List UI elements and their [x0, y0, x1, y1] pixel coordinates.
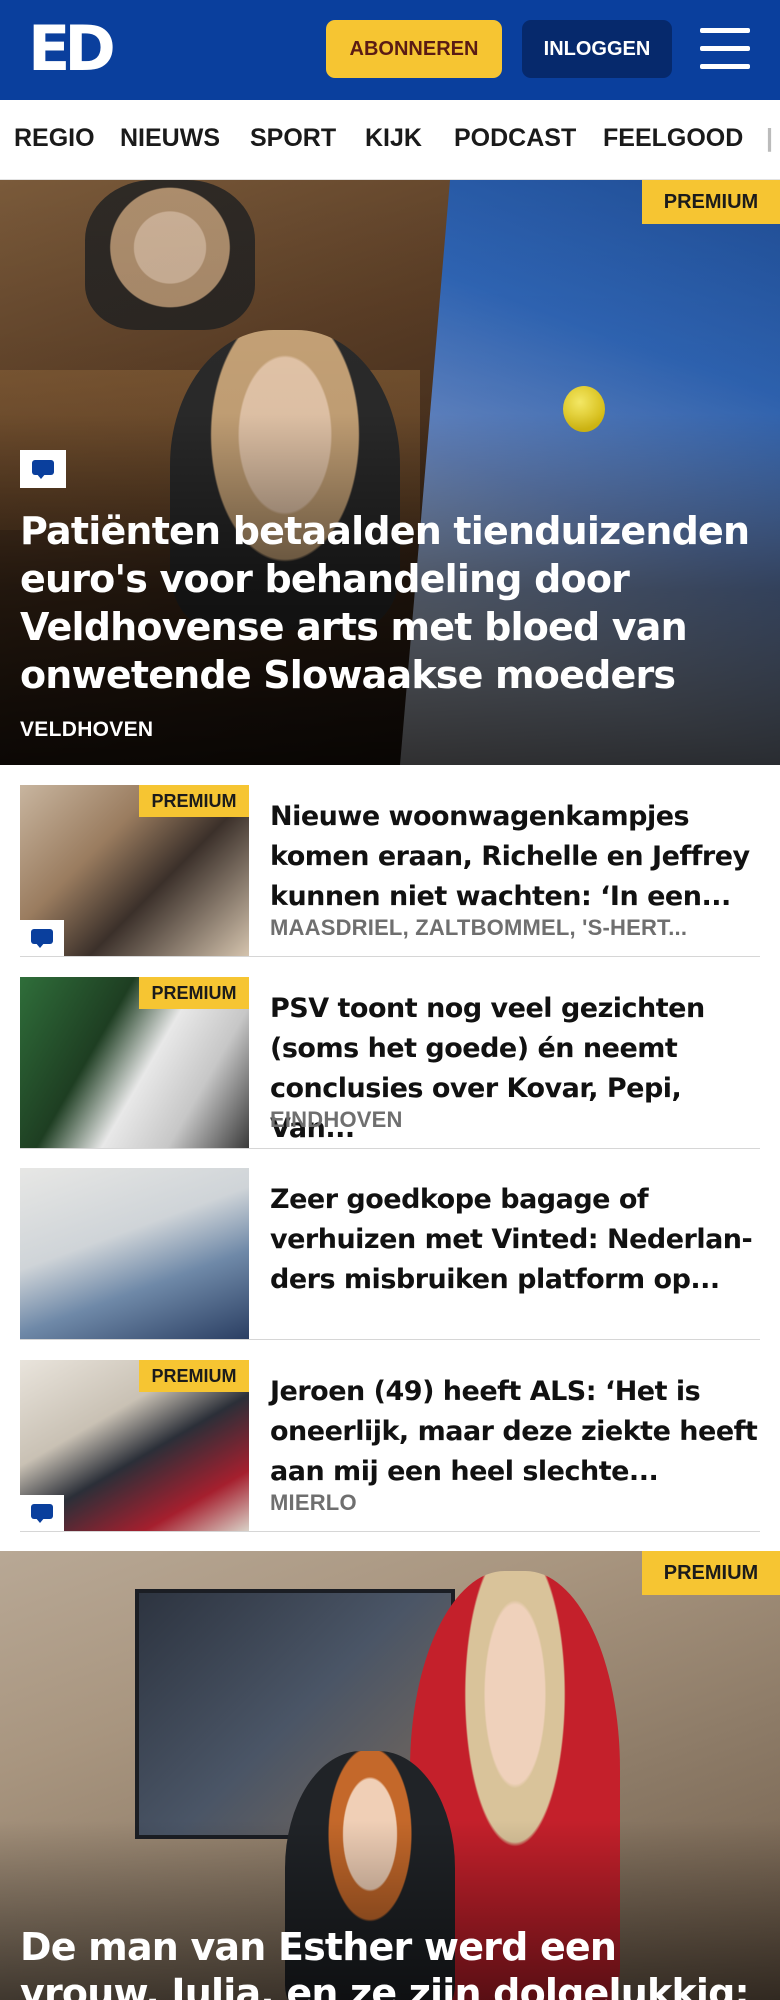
nav-item-kijk[interactable]: KIJK — [365, 124, 422, 153]
article-location: MIERLO — [270, 1490, 357, 1515]
comments-indicator — [20, 920, 64, 956]
comment-icon — [32, 460, 54, 479]
subscribe-button[interactable]: ABONNEREN — [326, 20, 502, 78]
article-thumbnail[interactable]: PREMIUM — [20, 1360, 249, 1531]
site-header: ED ABONNEREN INLOGGEN — [0, 0, 780, 100]
article-headline[interactable]: Jeroen (49) heeft ALS: ‘Het is oneerlijk… — [270, 1372, 760, 1492]
article-item[interactable]: Zeer goedkope bagage of verhuizen met Vi… — [20, 1168, 760, 1340]
nav-overflow-indicator: | — [766, 124, 773, 152]
article-thumbnail[interactable] — [20, 1168, 249, 1339]
comments-indicator — [20, 1495, 64, 1531]
hero-article[interactable]: PREMIUM Patiënten betaalden tienduizende… — [0, 180, 780, 765]
article-item[interactable]: PREMIUM Nieuwe woonwagenkampjes komen er… — [20, 785, 760, 957]
premium-badge: PREMIUM — [642, 180, 780, 224]
nav-item-regio[interactable]: REGIO — [14, 124, 95, 153]
premium-badge: PREMIUM — [642, 1551, 780, 1595]
nav-item-sport[interactable]: SPORT — [250, 124, 336, 153]
premium-badge: PREMIUM — [139, 785, 249, 817]
comment-icon — [31, 1504, 53, 1523]
article-thumbnail[interactable]: PREMIUM — [20, 785, 249, 956]
article-item[interactable]: PREMIUM Jeroen (49) heeft ALS: ‘Het is o… — [20, 1360, 760, 1532]
article-headline[interactable]: Zeer goedkope bagage of verhuizen met Vi… — [270, 1180, 760, 1300]
article-thumbnail[interactable]: PREMIUM — [20, 977, 249, 1148]
site-logo[interactable]: ED — [28, 18, 116, 80]
nav-item-nieuws[interactable]: NIEUWS — [120, 124, 220, 153]
article-location: EINDHOVEN — [270, 1107, 403, 1132]
hero-headline[interactable]: Patiënten betaalden tienduizenden euro's… — [20, 507, 760, 699]
feature-headline[interactable]: De man van Esther werd een vrouw, Julia,… — [20, 1924, 760, 2000]
nav-item-feelgood[interactable]: FEELGOOD — [603, 124, 743, 153]
nav-item-podcast[interactable]: PODCAST — [454, 124, 576, 153]
comments-indicator — [20, 450, 66, 488]
premium-badge: PREMIUM — [139, 977, 249, 1009]
article-location: MAASDRIEL, ZALTBOMMEL, 'S-HERT... — [270, 915, 688, 940]
hamburger-menu-icon[interactable] — [700, 28, 750, 70]
article-headline[interactable]: Nieuwe woonwagenkampjes komen eraan, Ric… — [270, 797, 760, 917]
feature-article[interactable]: PREMIUM De man van Esther werd een vrouw… — [0, 1551, 780, 2000]
hero-location: VELDHOVEN — [20, 718, 154, 741]
section-nav: REGIO NIEUWS SPORT KIJK PODCAST FEELGOOD… — [0, 100, 780, 180]
premium-badge: PREMIUM — [139, 1360, 249, 1392]
article-item[interactable]: PREMIUM PSV toont nog veel gezichten (so… — [20, 977, 760, 1149]
comment-icon — [31, 929, 53, 948]
logo-text: ED — [28, 12, 116, 85]
login-button[interactable]: INLOGGEN — [522, 20, 672, 78]
